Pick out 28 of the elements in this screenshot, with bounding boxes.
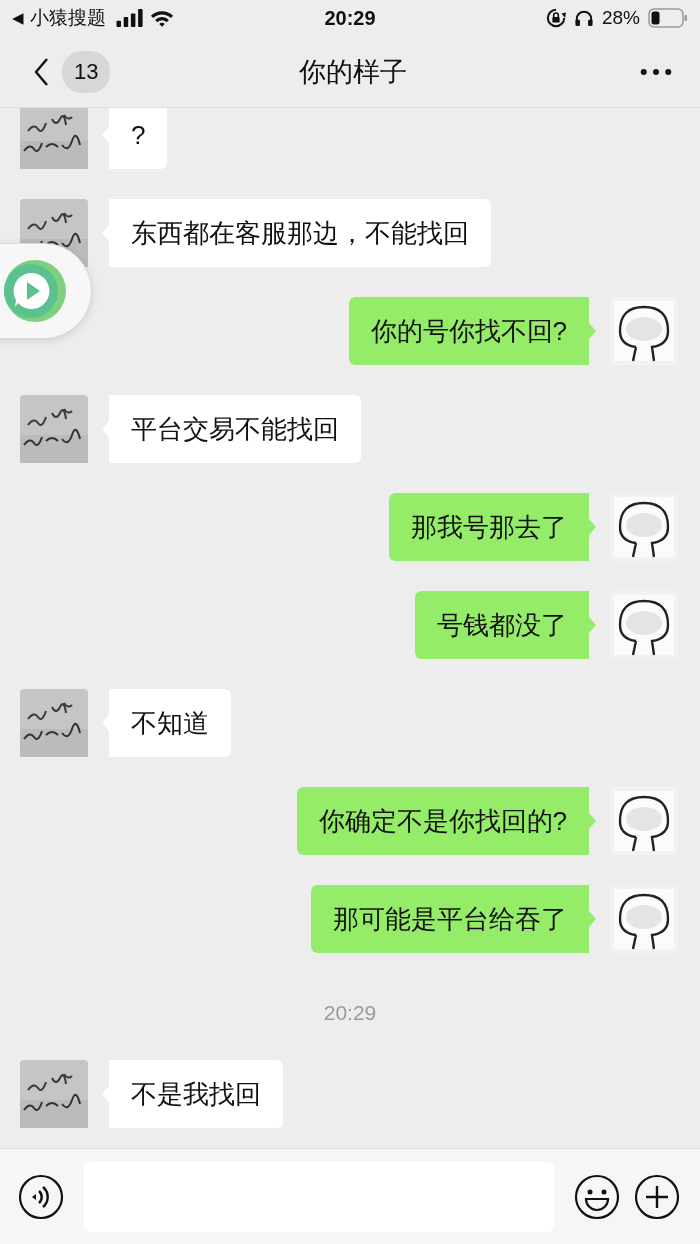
message-bubble: 你的号你找不回? xyxy=(348,297,596,365)
more-icon[interactable] xyxy=(640,67,672,76)
voice-icon[interactable] xyxy=(18,1173,64,1220)
message-bubble: 不是我找回 xyxy=(102,1060,283,1128)
battery-percent: 28% xyxy=(601,7,640,29)
back-to-app-arrow[interactable]: ◀ xyxy=(12,9,24,27)
unread-count-badge[interactable]: 13 xyxy=(62,50,111,93)
status-time: 20:29 xyxy=(324,6,376,30)
message-bubble: 号钱都没了 xyxy=(415,591,596,659)
message-bubble: 那可能是平台给吞了 xyxy=(311,885,596,953)
rotation-lock-icon xyxy=(545,8,566,28)
back-to-app-link[interactable]: 小猿搜题 xyxy=(29,5,106,31)
message-bubble: 东西都在客服那边，不能找回 xyxy=(102,199,491,267)
emoji-icon[interactable] xyxy=(574,1173,620,1220)
message-bubble: 不知道 xyxy=(102,689,231,757)
message-timestamp: 20:29 xyxy=(323,1001,377,1025)
signal-icon xyxy=(115,9,144,27)
back-icon[interactable] xyxy=(34,56,50,87)
add-icon[interactable] xyxy=(634,1173,680,1220)
wifi-icon xyxy=(149,8,174,28)
chat-title: 你的样子 xyxy=(298,55,408,89)
headphones-icon xyxy=(573,9,594,27)
message-bubble: ? xyxy=(102,108,168,169)
play-bubble-icon xyxy=(3,259,67,323)
message-bubble: 那我号那去了 xyxy=(389,493,596,561)
message-bubble: 你确定不是你找回的? xyxy=(296,787,596,855)
battery-icon xyxy=(648,8,688,28)
message-bubble: 平台交易不能找回 xyxy=(102,395,361,463)
